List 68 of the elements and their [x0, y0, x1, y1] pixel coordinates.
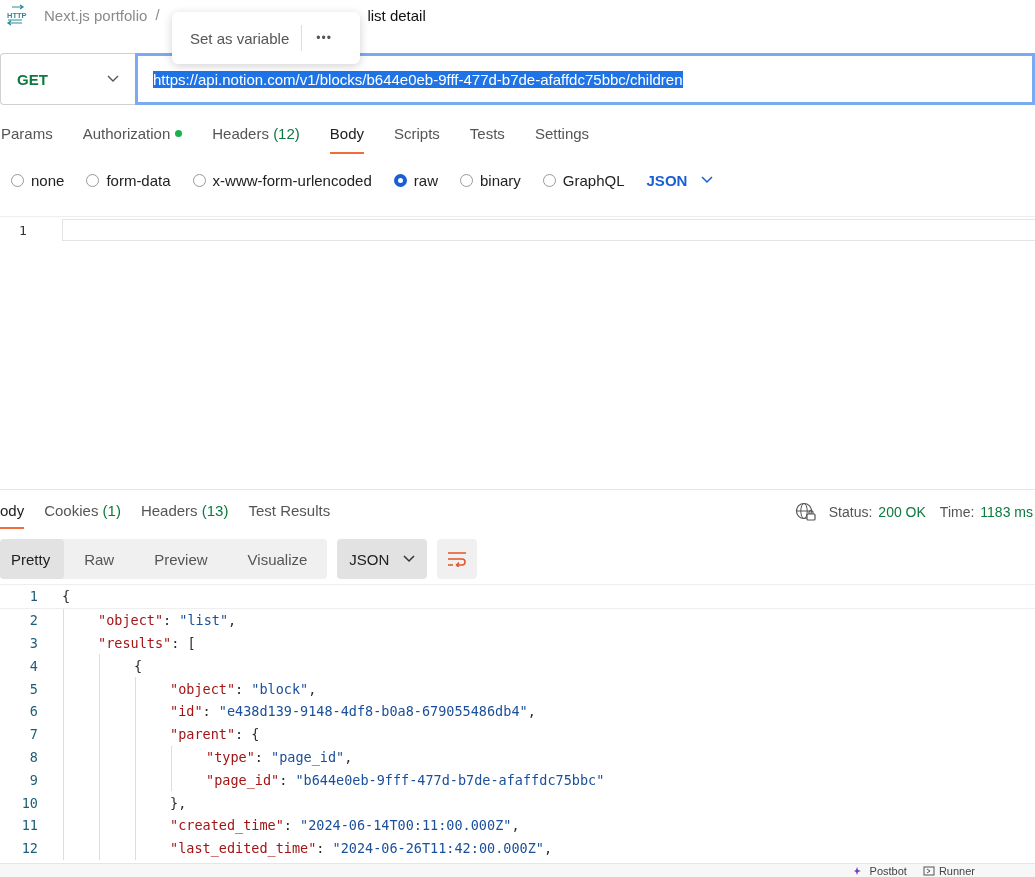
- request-tab[interactable]: Scripts: [394, 120, 440, 152]
- url-field[interactable]: https://api.notion.com/v1/blocks/b644e0eb-9fff-477d-b7de-afaffdc75bbc/children: [135, 53, 1035, 105]
- code-line: "last_edited_time": "2024-06-26T11:42:00.000Z",: [170, 840, 553, 857]
- line-number: 7: [28, 726, 39, 743]
- request-tab[interactable]: Tests: [469, 120, 505, 152]
- line-number: 1: [18, 222, 28, 238]
- line-number: 6: [28, 703, 39, 720]
- code-line: {: [134, 657, 143, 674]
- line-number: 1: [28, 588, 39, 605]
- code-line: "created_time": "2024-06-14T00:11:00.000Z",: [170, 817, 520, 834]
- line-number: 8: [28, 748, 39, 765]
- request-tab[interactable]: Params: [1, 120, 53, 152]
- time-label: Time:: [939, 504, 975, 520]
- body-type-option[interactable]: none: [11, 171, 65, 189]
- status-label: Status:: [828, 504, 873, 520]
- chevron-down-icon: [403, 555, 416, 563]
- view-mode-tab[interactable]: Visualize: [227, 539, 328, 579]
- view-mode-tab[interactable]: Raw: [64, 539, 135, 579]
- format-dropdown[interactable]: JSON: [337, 539, 428, 579]
- body-type-option[interactable]: binary: [459, 171, 521, 189]
- code-line: "object": "list",: [98, 612, 237, 629]
- line-number: 2: [28, 612, 39, 629]
- request-tab[interactable]: Authorization: [82, 120, 183, 152]
- wrap-lines-icon: [447, 551, 468, 567]
- request-tab[interactable]: Headers (12): [212, 120, 300, 152]
- chevron-down-icon: [701, 176, 714, 184]
- set-as-variable-button[interactable]: Set as variable: [172, 29, 302, 47]
- runner-icon: [922, 866, 935, 876]
- line-number: 4: [28, 657, 39, 674]
- response-tab[interactable]: Test Results: [248, 495, 331, 529]
- code-line: "type": "page_id",: [206, 748, 353, 765]
- view-mode-tab[interactable]: Preview: [134, 539, 228, 579]
- code-line: {: [62, 588, 71, 605]
- status-value: 200 OK: [878, 504, 926, 520]
- line-number: 12: [20, 840, 39, 857]
- code-line: "parent": {: [170, 726, 260, 743]
- code-line: },: [170, 794, 187, 811]
- collection-name[interactable]: Next.js portfolio: [44, 6, 148, 24]
- response-tab[interactable]: ody: [0, 495, 25, 529]
- body-type-option[interactable]: GraphQL: [542, 171, 625, 189]
- time-value: 1183 ms: [980, 504, 1033, 520]
- request-tab[interactable]: Body: [329, 120, 364, 154]
- code-line: "id": "e438d139-9148-4df8-b0a8-679055486db4",: [170, 703, 536, 720]
- line-number: 9: [28, 771, 39, 788]
- breadcrumb-separator: /: [155, 7, 160, 23]
- code-line: "results": [: [98, 635, 196, 651]
- format-dropdown[interactable]: JSON: [646, 171, 714, 189]
- response-tab[interactable]: Cookies (1): [44, 495, 121, 529]
- response-tab[interactable]: Headers (13): [140, 495, 229, 529]
- chevron-down-icon: [107, 75, 119, 83]
- view-mode-tab[interactable]: Pretty: [0, 539, 65, 579]
- code-line: "object": "block",: [170, 680, 317, 697]
- request-tab[interactable]: Settings: [534, 120, 590, 152]
- runner-button[interactable]: Runner: [922, 864, 975, 877]
- more-button[interactable]: •••: [302, 31, 346, 45]
- line-number: 11: [20, 817, 39, 834]
- line-number: 3: [28, 635, 39, 651]
- body-type-option[interactable]: form-data: [86, 171, 171, 189]
- code-line: "page_id": "b644e0eb-9fff-477d-b7de-afaffdc75bbc": [206, 771, 605, 788]
- globe-lock-icon: [794, 502, 817, 522]
- wrap-button[interactable]: [437, 539, 478, 579]
- request-name[interactable]: list detail: [367, 6, 426, 24]
- line-number: 5: [28, 680, 39, 697]
- method-dropdown[interactable]: GET: [0, 53, 135, 105]
- postbot-button[interactable]: Postbot: [853, 864, 907, 877]
- body-type-option[interactable]: raw: [393, 171, 438, 189]
- body-type-option[interactable]: x-www-form-urlencoded: [192, 171, 372, 189]
- line-number: 10: [20, 794, 39, 811]
